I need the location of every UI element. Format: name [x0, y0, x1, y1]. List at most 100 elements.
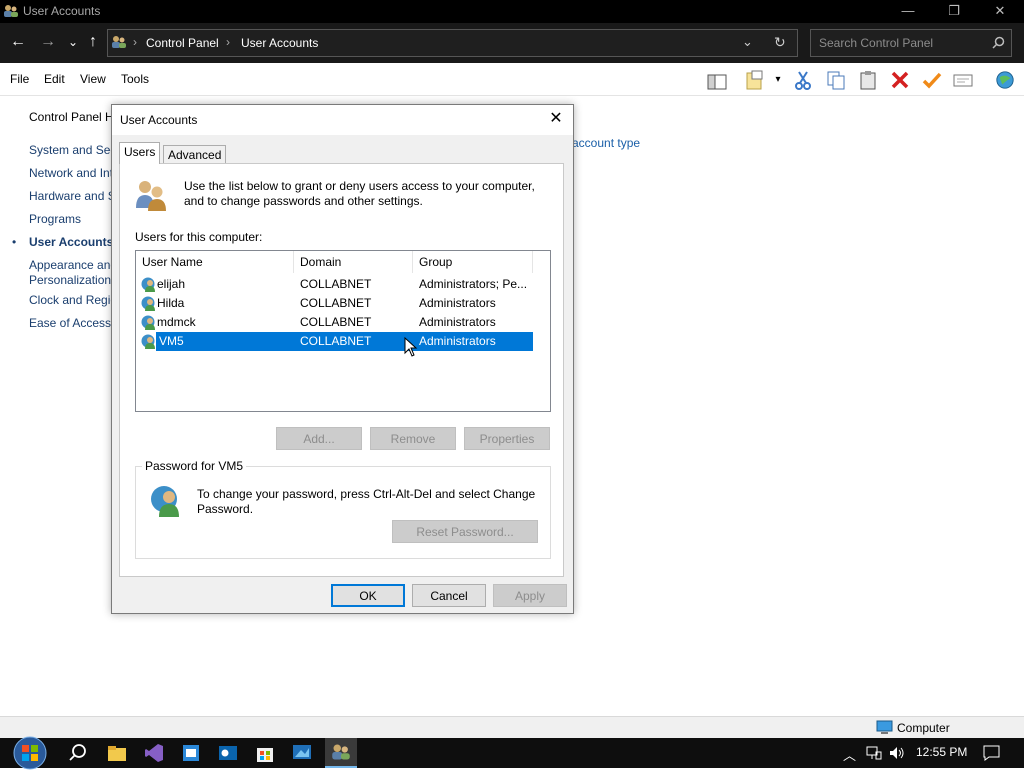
visual-studio-icon[interactable]	[144, 743, 164, 763]
preview-pane-icon[interactable]	[707, 72, 727, 92]
sidebar-item-system-security[interactable]: System and Sec	[29, 143, 116, 157]
store-bag-icon[interactable]	[255, 743, 275, 763]
chevron-down-icon[interactable]: ▾	[771, 70, 785, 90]
menu-file[interactable]: File	[10, 72, 29, 86]
paste-icon[interactable]	[858, 70, 878, 90]
search-placeholder: Search Control Panel	[819, 36, 934, 50]
menu-tools[interactable]: Tools	[121, 72, 149, 86]
sidebar-item-ease-of-access[interactable]: Ease of Access	[29, 316, 111, 330]
user-icon	[141, 296, 155, 311]
show-hidden-icons-chevron-icon[interactable]: ︿	[843, 745, 856, 764]
table-row[interactable]: mdmck COLLABNET Administrators	[139, 313, 533, 332]
taskbar-clock[interactable]: 12:55 PM	[916, 745, 967, 759]
add-user-button[interactable]: Add...	[276, 427, 362, 450]
table-row-selected[interactable]: VM5 COLLABNET Administrators	[139, 332, 533, 351]
minimize-button[interactable]: —	[885, 0, 931, 23]
cell-user-name: elijah	[157, 277, 186, 291]
back-button[interactable]: ←	[7, 31, 29, 53]
notifications-icon[interactable]	[983, 745, 1000, 761]
column-header-domain[interactable]: Domain	[294, 251, 413, 273]
search-input[interactable]: Search Control Panel	[810, 29, 1012, 57]
sidebar-item-control-panel-home[interactable]: Control Panel H	[29, 110, 114, 124]
menu-edit[interactable]: Edit	[44, 72, 65, 86]
breadcrumb-control-panel[interactable]: Control Panel	[146, 36, 219, 50]
network-icon[interactable]	[866, 746, 882, 760]
cell-group: Administrators	[419, 334, 496, 348]
recent-locations-button[interactable]: ⌄	[62, 31, 84, 53]
cancel-button[interactable]: Cancel	[412, 584, 486, 607]
volume-icon[interactable]	[889, 746, 905, 760]
copy-icon[interactable]	[826, 70, 846, 90]
dialog-title-bar: User Accounts ✕	[112, 105, 573, 135]
ok-button[interactable]: OK	[331, 584, 405, 607]
cell-group: Administrators	[419, 296, 496, 310]
password-group-label: Password for VM5	[142, 459, 247, 473]
address-dropdown-button[interactable]: ⌄	[742, 34, 753, 50]
cell-group: Administrators; Pe...	[419, 277, 528, 291]
outlook-icon[interactable]	[218, 743, 238, 763]
password-text-line2: Password.	[197, 502, 254, 516]
user-accounts-icon	[112, 36, 126, 48]
reset-password-button[interactable]: Reset Password...	[392, 520, 538, 543]
remote-desktop-icon[interactable]	[292, 743, 312, 763]
file-explorer-icon[interactable]	[107, 743, 127, 763]
tab-advanced[interactable]: Advanced	[163, 145, 227, 165]
up-button[interactable]: ↑	[82, 31, 104, 53]
forward-button[interactable]: →	[37, 31, 59, 53]
delete-icon[interactable]	[890, 70, 910, 90]
column-header-group[interactable]: Group	[413, 251, 533, 273]
cell-group: Administrators	[419, 315, 496, 329]
status-bar: Computer	[0, 716, 1024, 739]
change-account-type-link[interactable]: account type	[572, 136, 640, 150]
breadcrumb-separator: ›	[226, 35, 230, 49]
window-title: User Accounts	[23, 4, 101, 18]
properties-icon[interactable]	[953, 70, 973, 90]
globe-icon[interactable]	[993, 70, 1017, 90]
apply-button[interactable]: Apply	[493, 584, 567, 607]
users-tab-page: Use the list below to grant or deny user…	[119, 163, 564, 577]
sidebar-item-user-accounts[interactable]: User Accounts	[29, 235, 113, 249]
address-toolbar: ← → ⌄ ↑ › Control Panel › User Accounts …	[0, 23, 1024, 63]
user-accounts-icon	[4, 5, 18, 17]
user-icon	[141, 315, 155, 330]
user-icon	[141, 277, 155, 292]
cell-domain: COLLABNET	[300, 296, 372, 310]
address-bar[interactable]: › Control Panel › User Accounts ⌄ ↻	[107, 29, 798, 57]
cell-domain: COLLABNET	[300, 277, 372, 291]
properties-button[interactable]: Properties	[464, 427, 550, 450]
table-row[interactable]: elijah COLLABNET Administrators; Pe...	[139, 275, 533, 294]
cell-user-name: Hilda	[157, 296, 185, 310]
cut-icon[interactable]	[793, 70, 813, 90]
search-icon[interactable]	[68, 743, 88, 763]
app-store-icon[interactable]	[181, 743, 201, 763]
sidebar-item-hardware[interactable]: Hardware and S	[29, 189, 116, 203]
sidebar-item-personalization[interactable]: Personalization	[29, 273, 111, 287]
restore-button[interactable]: ❐	[931, 0, 977, 23]
menu-bar: File Edit View Tools ▾	[0, 63, 1024, 96]
remove-user-button[interactable]: Remove	[370, 427, 456, 450]
breadcrumb-separator: ›	[133, 35, 137, 49]
sidebar-item-network[interactable]: Network and Int	[29, 166, 113, 180]
tab-users[interactable]: Users	[119, 142, 161, 164]
intro-text-line1: Use the list below to grant or deny user…	[184, 179, 535, 193]
sidebar-item-clock-region[interactable]: Clock and Regio	[29, 293, 117, 307]
sidebar-item-appearance[interactable]: Appearance and	[29, 258, 117, 272]
taskbar-user-accounts-active[interactable]	[325, 738, 357, 768]
user-icon	[141, 334, 155, 349]
computer-icon	[876, 720, 893, 734]
users-list-label: Users for this computer:	[135, 230, 263, 244]
password-text-line1: To change your password, press Ctrl-Alt-…	[197, 487, 536, 501]
dialog-close-button[interactable]: ✕	[545, 109, 567, 129]
column-header-user-name[interactable]: User Name	[136, 251, 294, 273]
checkmark-icon[interactable]	[922, 70, 942, 90]
start-button-windows-icon[interactable]	[12, 736, 48, 770]
sidebar-item-programs[interactable]: Programs	[29, 212, 81, 226]
users-list[interactable]: User Name Domain Group elijah COLLABNET …	[135, 250, 551, 412]
table-row[interactable]: Hilda COLLABNET Administrators	[139, 294, 533, 313]
menu-view[interactable]: View	[80, 72, 106, 86]
cell-user-name: VM5	[159, 334, 184, 348]
new-folder-icon[interactable]	[745, 70, 765, 90]
breadcrumb-user-accounts[interactable]: User Accounts	[241, 36, 318, 50]
close-window-button[interactable]: ✕	[977, 0, 1023, 23]
refresh-button[interactable]: ↻	[774, 34, 786, 51]
